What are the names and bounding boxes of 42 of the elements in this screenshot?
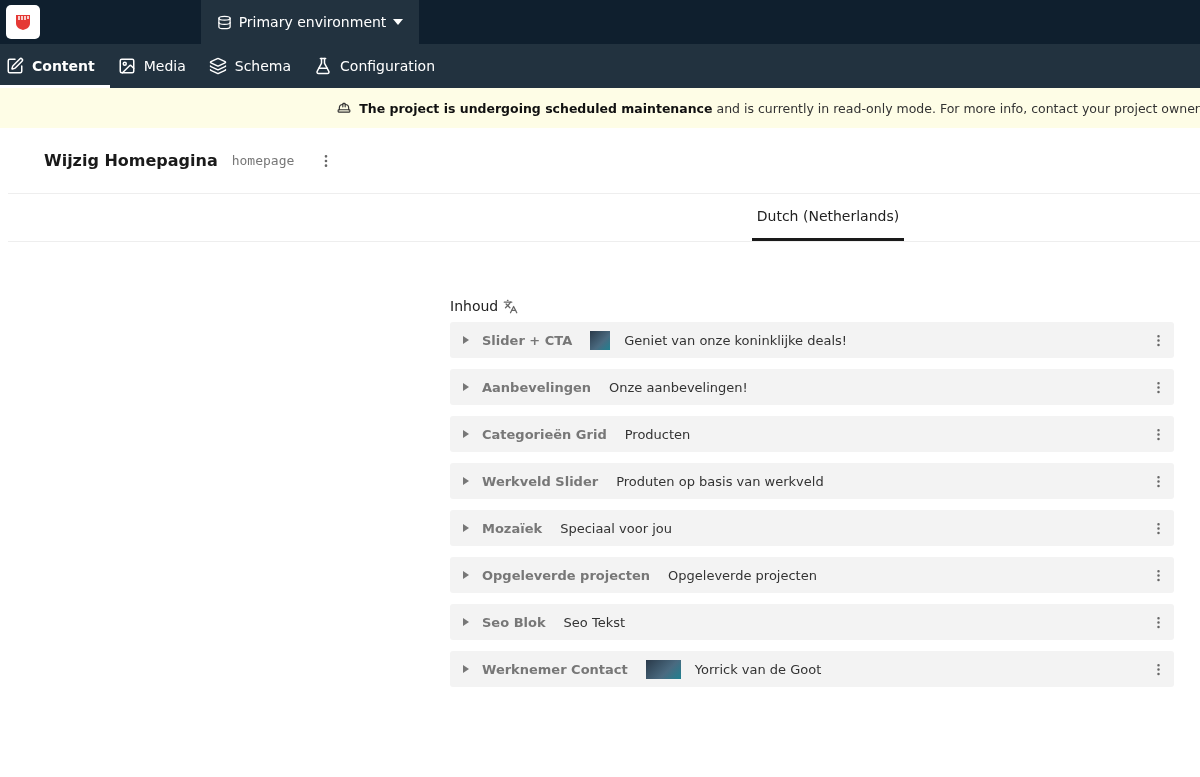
block-type: Werknemer Contact	[482, 661, 628, 677]
page-title: Wijzig Homepagina	[44, 151, 218, 170]
banner-text: The project is undergoing scheduled maintenance and is currently in read-only mode. For more info, contact your project owner	[359, 100, 1200, 116]
edit-icon	[6, 57, 24, 75]
nav-tab[interactable]: Media	[111, 44, 201, 88]
worker-icon	[337, 101, 352, 115]
field-label: Inhoud	[450, 298, 499, 314]
content-block-row[interactable]: Opgeleverde projecten Opgeleverde projecten	[450, 557, 1174, 593]
logo-icon[interactable]	[6, 5, 40, 39]
block-type: Aanbevelingen	[482, 379, 592, 395]
block-summary: Geniet van onze koninklijke deals!	[624, 332, 849, 348]
block-summary: Onze aanbevelingen!	[609, 379, 749, 395]
locale-tab[interactable]: Dutch (Netherlands)	[751, 194, 905, 241]
nav-tab[interactable]: Configuration	[308, 44, 451, 88]
block-summary: Producten	[624, 426, 692, 442]
flask-icon	[314, 57, 333, 75]
nav-tab[interactable]: Schema	[202, 44, 307, 88]
block-type: Seo Blok	[482, 614, 546, 630]
block-summary: Produten op basis van werkveld	[616, 473, 825, 489]
block-summary: Yorrick van de Goot	[694, 661, 823, 677]
environment-selector[interactable]: Primary environment	[201, 0, 419, 44]
block-type: Slider + CTA	[482, 332, 573, 348]
block-summary: Seo Tekst	[563, 614, 627, 630]
database-icon	[216, 14, 232, 30]
content-block-row[interactable]: Werknemer Contact Yorrick van de Goot	[450, 651, 1174, 687]
content-block-row[interactable]: Slider + CTA Geniet van onze koninklijke deals!	[450, 322, 1174, 358]
content-block-row[interactable]: Seo Blok Seo Tekst	[450, 604, 1174, 640]
image-icon	[117, 57, 136, 75]
block-type: Mozaïek	[482, 520, 543, 536]
content-block-row[interactable]: Werkveld Slider Produten op basis van werkveld	[450, 463, 1174, 499]
block-type: Werkveld Slider	[482, 473, 599, 489]
block-type: Opgeleverde projecten	[482, 567, 651, 583]
content-block-row[interactable]: Mozaïek Speciaal voor jou	[450, 510, 1174, 546]
page-slug: homepage	[231, 153, 295, 168]
translate-icon	[503, 298, 519, 314]
content-block-row[interactable]: Aanbevelingen Onze aanbevelingen!	[450, 369, 1174, 405]
block-summary: Speciaal voor jou	[560, 520, 673, 536]
block-summary: Opgeleverde projecten	[668, 567, 818, 583]
caret-icon	[393, 19, 404, 25]
content-block-row[interactable]: Categorieën Grid Producten	[450, 416, 1174, 452]
layers-icon	[208, 57, 227, 75]
block-type: Categorieën Grid	[482, 426, 607, 442]
